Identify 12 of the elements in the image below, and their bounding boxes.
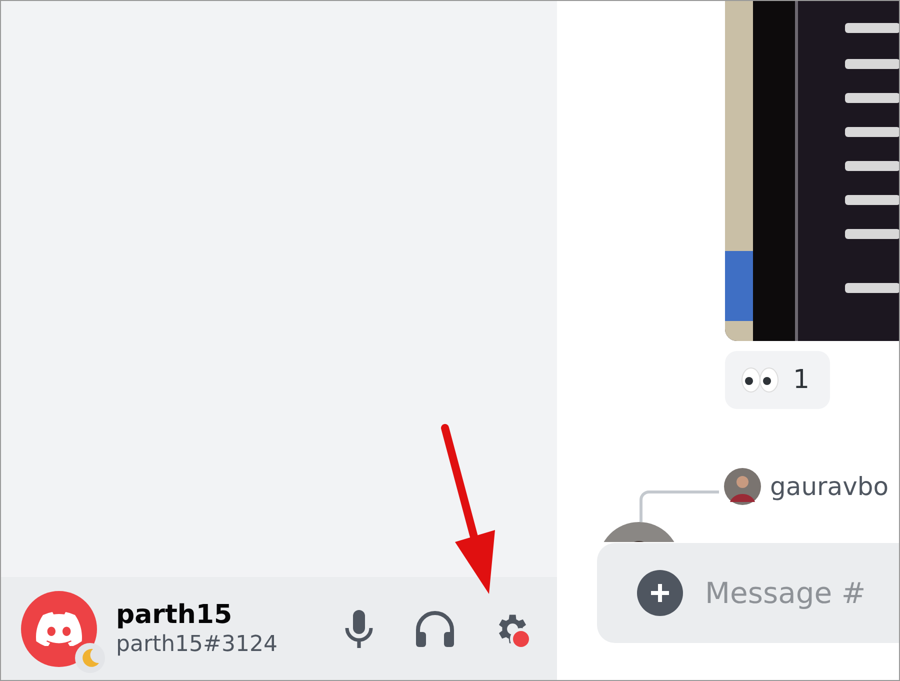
- reaction-chip[interactable]: 1: [725, 351, 830, 409]
- eyes-icon: [741, 367, 779, 393]
- microphone-icon: [344, 608, 374, 648]
- headphones-icon: [414, 610, 456, 648]
- username: parth15: [116, 598, 234, 630]
- reaction-count: 1: [793, 365, 810, 395]
- user-tag: parth15#3124: [116, 630, 316, 658]
- reply-author[interactable]: gauravbo: [770, 472, 889, 500]
- message-field[interactable]: Message #: [703, 575, 899, 611]
- plus-icon: [649, 582, 671, 604]
- reply-avatar[interactable]: [724, 468, 761, 504]
- attach-button[interactable]: [637, 570, 683, 616]
